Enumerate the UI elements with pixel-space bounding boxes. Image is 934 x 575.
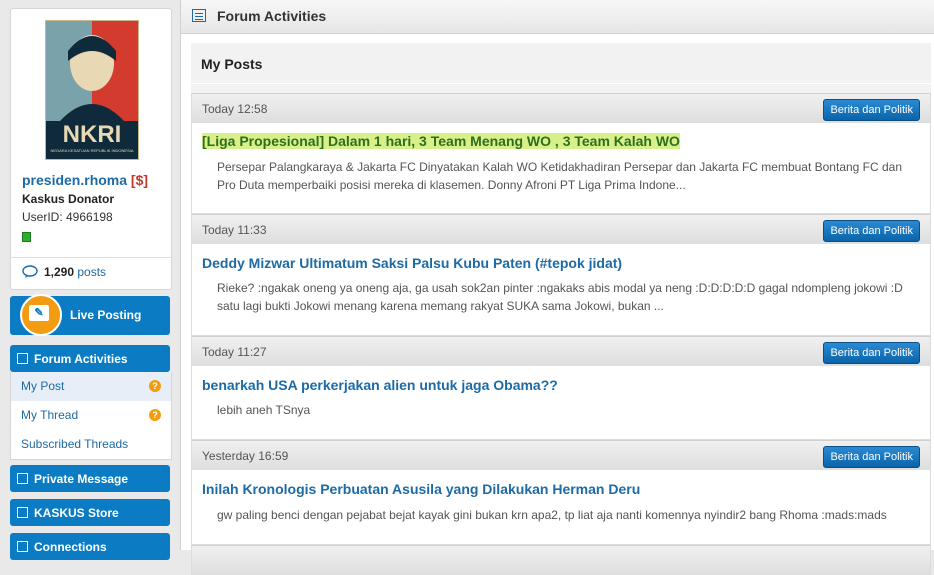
post-header: Yesterday 16:59 Berita dan Politik [192, 440, 930, 470]
online-status-icon [22, 232, 31, 242]
live-posting-icon: ✎ [20, 294, 62, 336]
connections-label: Connections [34, 540, 107, 554]
post-timestamp: Today 12:58 [202, 102, 268, 116]
post-item: Today 11:27 Berita dan Politik benarkah … [191, 336, 931, 440]
main-panel: Forum Activities My Posts Today 12:58 Be… [180, 0, 934, 575]
avatar-subtext: NEGARA KESATUAN REPUBLIK INDONESIA [50, 148, 134, 153]
post-header: Today 11:27 Berita dan Politik [192, 336, 930, 366]
people-icon [17, 541, 28, 552]
forum-activities-submenu: My Post ? My Thread ? Subscribed Threads [10, 372, 172, 460]
private-message-label: Private Message [34, 472, 129, 486]
sidebar-connections[interactable]: Connections [10, 533, 170, 560]
username-link[interactable]: presiden.rhoma [22, 172, 127, 188]
post-title-link[interactable]: [Liga Propesional] Dalam 1 hari, 3 Team … [202, 133, 680, 149]
envelope-icon [17, 473, 28, 484]
post-count: 1,290 [44, 265, 75, 279]
post-excerpt: Rieke? :ngakak oneng ya oneng aja, ga us… [217, 281, 903, 313]
post-count-label: posts [77, 265, 107, 279]
sidebar-kaskus-store[interactable]: KASKUS Store [10, 499, 170, 526]
post-timestamp: Today 11:27 [202, 345, 267, 359]
page-title: Forum Activities [217, 8, 327, 24]
post-excerpt: lebih aneh TSnya [217, 403, 311, 417]
avatar-nkri-text: NKRI [62, 121, 122, 148]
post-header: Today 12:58 Berita dan Politik [192, 93, 930, 123]
profile-divider [11, 257, 171, 258]
my-posts-section-header: My Posts [191, 43, 931, 84]
help-icon[interactable]: ? [149, 380, 161, 392]
help-icon[interactable]: ? [149, 409, 161, 421]
sidebar-private-message[interactable]: Private Message [10, 465, 170, 492]
forum-activities-icon [192, 9, 206, 22]
sidebar-item-subscribed-threads[interactable]: Subscribed Threads [11, 430, 171, 459]
category-button[interactable]: Berita dan Politik [823, 99, 920, 121]
user-id: UserID: 4966198 [22, 210, 113, 224]
sidebar: NKRI NEGARA KESATUAN REPUBLIK INDONESIA … [0, 0, 180, 560]
sidebar-item-my-post[interactable]: My Post ? [11, 372, 171, 401]
user-rank: Kaskus Donator [22, 192, 115, 206]
content-area: My Posts Today 12:58 Berita dan Politik … [191, 43, 931, 575]
donator-tag: [$] [130, 172, 149, 188]
cart-icon [17, 507, 28, 518]
post-title-link[interactable]: Inilah Kronologis Perbuatan Asusila yang… [202, 481, 640, 497]
post-item: Today 11:33 Berita dan Politik Deddy Miz… [191, 214, 931, 336]
subscribed-threads-label: Subscribed Threads [21, 437, 129, 451]
list-icon [17, 353, 28, 364]
avatar[interactable]: NKRI NEGARA KESATUAN REPUBLIK INDONESIA [45, 20, 139, 160]
category-button[interactable]: Berita dan Politik [823, 446, 920, 468]
sidebar-item-my-thread[interactable]: My Thread ? [11, 401, 171, 430]
post-title-link[interactable]: Deddy Mizwar Ultimatum Saksi Palsu Kubu … [202, 255, 622, 271]
category-button[interactable]: Berita dan Politik [823, 342, 920, 364]
post-title-link[interactable]: benarkah USA perkerjakan alien untuk jag… [202, 377, 558, 393]
speech-bubble-icon [22, 265, 38, 278]
username-line: presiden.rhoma [$] [22, 172, 148, 188]
forum-activities-label: Forum Activities [34, 352, 128, 366]
post-header: Today 11:33 Berita dan Politik [192, 214, 930, 244]
live-posting-label: Live Posting [70, 308, 142, 322]
sidebar-forum-activities[interactable]: Forum Activities [10, 345, 170, 372]
my-thread-label: My Thread [21, 408, 79, 422]
live-posting-button[interactable]: ✎ Live Posting [10, 294, 170, 336]
section-title: My Posts [201, 56, 263, 72]
post-item: Yesterday 16:59 Berita dan Politik Inila… [191, 440, 931, 545]
post-item: Today 12:58 Berita dan Politik [Liga Pro… [191, 93, 931, 214]
main-header: Forum Activities [181, 0, 934, 34]
my-post-label: My Post [21, 379, 65, 393]
post-excerpt: Persepar Palangkaraya & Jakarta FC Dinya… [217, 160, 903, 192]
post-list: Today 12:58 Berita dan Politik [Liga Pro… [191, 93, 931, 575]
profile-card: NKRI NEGARA KESATUAN REPUBLIK INDONESIA … [10, 8, 172, 290]
post-timestamp: Yesterday 16:59 [202, 449, 289, 463]
post-timestamp: Today 11:33 [202, 223, 267, 237]
category-button[interactable]: Berita dan Politik [823, 220, 920, 242]
post-excerpt: gw paling benci dengan pejabat bejat kay… [217, 508, 887, 522]
kaskus-store-label: KASKUS Store [34, 506, 119, 520]
post-count-row[interactable]: 1,290 posts [22, 265, 106, 279]
